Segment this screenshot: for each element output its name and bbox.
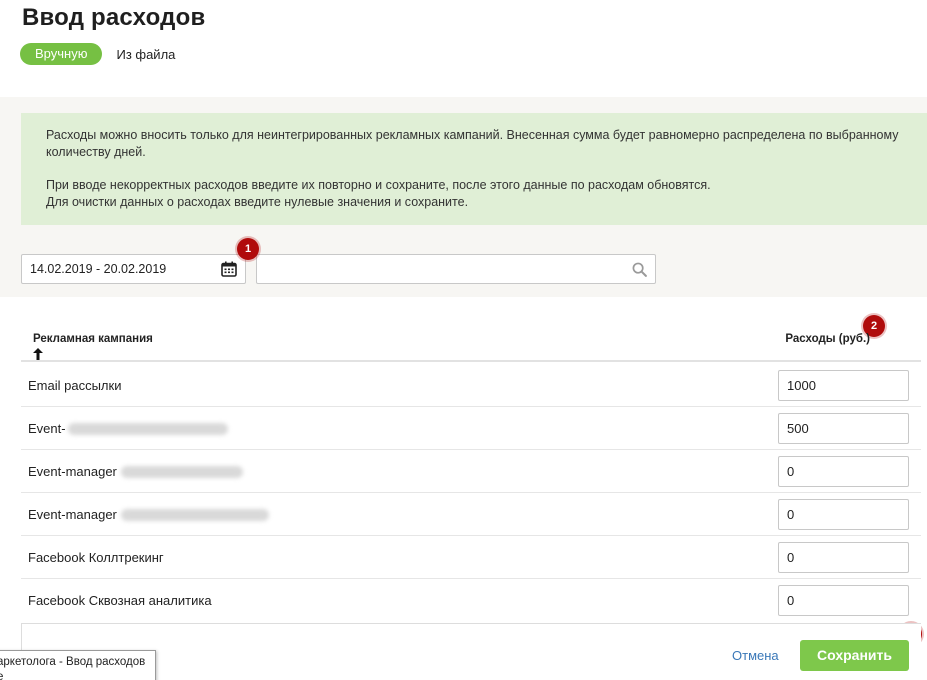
tooltip-line-1: аркетолога - Ввод расходов: [0, 656, 146, 668]
search-input[interactable]: [256, 254, 656, 284]
table-row: Event-manager 0: [21, 493, 921, 536]
table-row: Facebook Сквозная аналитика 0: [21, 579, 921, 622]
browser-tooltip: аркетолога - Ввод расходов е: [0, 650, 156, 680]
campaign-name-text: Email рассылки: [28, 378, 122, 393]
calendar-icon[interactable]: [221, 261, 237, 277]
step-badge-1: 1: [237, 238, 259, 260]
cost-input[interactable]: 0: [778, 542, 909, 573]
footer-bar: Отмена Сохранить: [21, 623, 921, 680]
mode-tabs: Вручную Из файла: [20, 43, 175, 65]
tab-manual[interactable]: Вручную: [20, 43, 103, 65]
campaign-name: Email рассылки: [28, 378, 121, 393]
campaign-name: Facebook Коллтрекинг: [28, 550, 164, 565]
column-header-cost: Расходы (руб.): [785, 333, 870, 345]
cost-input[interactable]: 0: [778, 585, 909, 616]
tooltip-line-2: е: [0, 670, 155, 680]
cancel-link[interactable]: Отмена: [732, 648, 779, 663]
date-range-value: 14.02.2019 - 20.02.2019: [30, 262, 167, 276]
campaign-table-body: Email рассылки 1000 Event- 500 Event-man…: [21, 364, 921, 622]
info-text-2b: Для очистки данных о расходах введите ну…: [46, 195, 469, 209]
tab-from-file[interactable]: Из файла: [116, 47, 175, 62]
blurred-text: [67, 422, 228, 435]
page-title: Ввод расходов: [22, 4, 206, 31]
sort-arrow-up-icon[interactable]: [33, 348, 43, 360]
campaign-name: Event-: [28, 421, 228, 436]
campaign-name-text: Event-: [28, 421, 66, 436]
cost-input[interactable]: 500: [778, 413, 909, 444]
search-icon[interactable]: [632, 262, 647, 277]
column-header-campaign[interactable]: Рекламная кампания: [33, 333, 153, 345]
blurred-text: [120, 465, 243, 478]
campaign-name-text: Event-manager: [28, 507, 117, 522]
campaign-name-text: Facebook Коллтрекинг: [28, 550, 164, 565]
info-text-2: При вводе некорректных расходов введите …: [46, 177, 927, 211]
save-button[interactable]: Сохранить: [800, 640, 909, 671]
table-row: Event- 500: [21, 407, 921, 450]
info-text-1: Расходы можно вносить только для неинтег…: [46, 128, 899, 159]
campaign-name: Event-manager: [28, 507, 269, 522]
cost-input[interactable]: 0: [778, 456, 909, 487]
cost-input[interactable]: 1000: [778, 370, 909, 401]
info-text-2a: При вводе некорректных расходов введите …: [46, 178, 711, 192]
blurred-text: [120, 508, 269, 521]
table-row: Event-manager 0: [21, 450, 921, 493]
table-header: Рекламная кампания Расходы (руб.): [21, 326, 921, 362]
info-box: Расходы можно вносить только для неинтег…: [21, 113, 927, 225]
campaign-name-text: Event-manager: [28, 464, 117, 479]
campaign-name-text: Facebook Сквозная аналитика: [28, 593, 212, 608]
cost-input[interactable]: 0: [778, 499, 909, 530]
table-row: Facebook Коллтрекинг 0: [21, 536, 921, 579]
campaign-name: Event-manager: [28, 464, 243, 479]
filter-panel: Расходы можно вносить только для неинтег…: [0, 97, 927, 297]
date-range-input[interactable]: 14.02.2019 - 20.02.2019: [21, 254, 246, 284]
table-row: Email рассылки 1000: [21, 364, 921, 407]
campaign-name: Facebook Сквозная аналитика: [28, 593, 212, 608]
